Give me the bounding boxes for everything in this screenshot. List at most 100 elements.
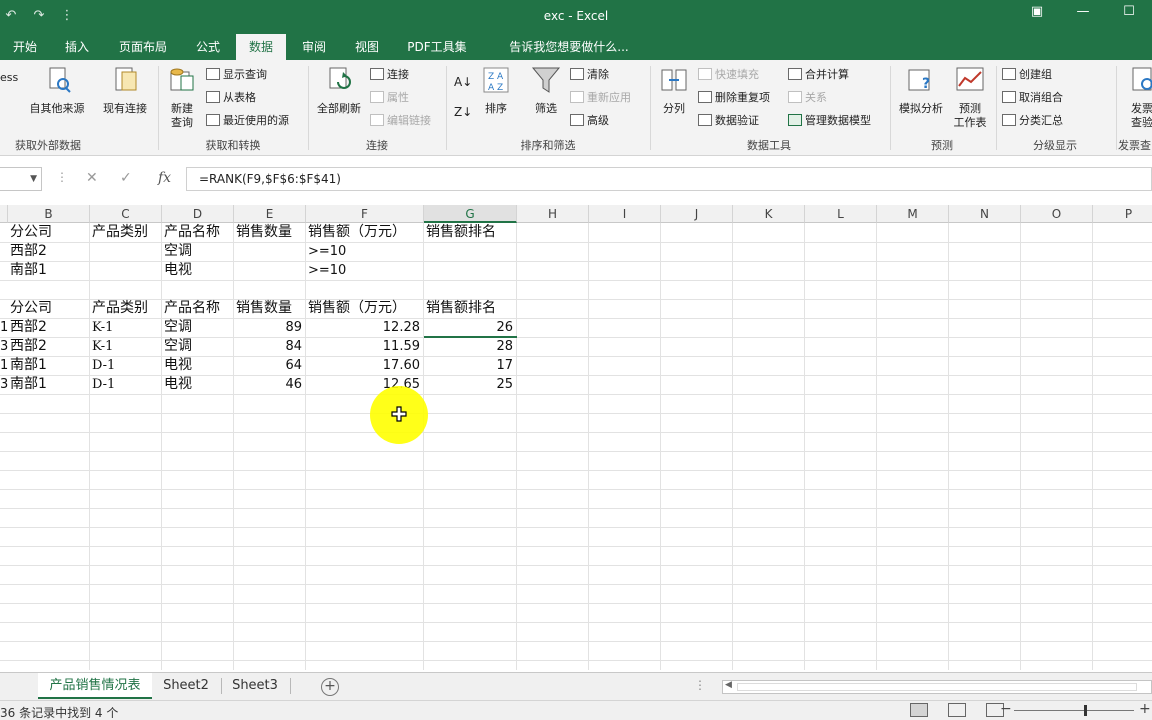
invoice-check-button[interactable]: 发票 查验 [1122,66,1152,130]
cell[interactable]: 空调 [164,242,233,261]
ribbon-tab[interactable]: 审阅 [292,34,336,60]
refresh-all-button[interactable]: 全部刷新 [312,66,366,116]
cell[interactable]: 空调 [164,337,233,356]
cell[interactable]: 产品名称 [164,223,233,242]
ribbon-tab[interactable]: 公式 [186,34,230,60]
sheet-tab-sheet2[interactable]: Sheet2 [154,673,218,699]
cell[interactable]: 17 [426,356,516,375]
ribbon-tab[interactable]: 视图 [345,34,389,60]
flash-fill-button[interactable]: 快速填充 [698,65,759,85]
cell[interactable]: 26 [426,318,516,337]
ribbon-tab[interactable]: 插入 [54,34,100,60]
cell[interactable]: K-1 [92,337,161,356]
new-query-button[interactable]: 新建 查询 [162,66,202,130]
cell[interactable]: 南部1 [10,261,89,280]
cell[interactable]: 17.60 [308,356,423,375]
tab-split-grip-icon[interactable]: ⋮ [694,678,706,692]
reapply-button[interactable]: 重新应用 [570,88,631,108]
cell[interactable]: 89 [236,318,305,337]
scroll-left-icon[interactable]: ◀ [725,680,732,690]
cell[interactable]: D-1 [92,356,161,375]
relationships-button[interactable]: 关系 [788,88,827,108]
other-sources-button[interactable]: 自其他来源 [24,66,90,116]
cell[interactable]: 46 [236,375,305,394]
data-validation-button[interactable]: 数据验证 [698,111,759,131]
sort-button[interactable]: Z AA Z 排序 [478,66,514,116]
name-box[interactable]: ▼ [0,167,42,191]
existing-connections-button[interactable]: 现有连接 [96,66,154,116]
column-header-g[interactable]: G [424,205,517,223]
page-layout-view-icon[interactable] [948,703,966,717]
cell[interactable]: 28 [426,337,516,356]
horizontal-scrollbar[interactable]: ◀ [722,680,1152,694]
column-header-e[interactable]: E [234,205,306,223]
cell-partial[interactable]: 1 [0,318,8,337]
sort-za-icon[interactable]: Z↓ [454,102,472,122]
cell[interactable]: 产品名称 [164,299,233,318]
cell[interactable]: 25 [426,375,516,394]
ribbon-tab[interactable]: 开始 [0,34,50,60]
column-header-m[interactable]: M [877,205,949,223]
cell[interactable]: 电视 [164,375,233,394]
what-if-analysis-button[interactable]: ? 模拟分析 [894,66,948,116]
edit-links-button[interactable]: 编辑链接 [370,111,431,131]
insert-function-icon[interactable]: fx [158,170,171,186]
cell[interactable]: 11.59 [308,337,423,356]
cell-partial[interactable]: 3 [0,375,8,394]
cell[interactable]: D-1 [92,375,161,394]
maximize-icon[interactable]: ☐ [1106,4,1152,19]
cell[interactable]: 产品类别 [92,223,161,242]
cell[interactable]: 84 [236,337,305,356]
scrollbar-thumb[interactable] [737,683,1137,691]
cell[interactable]: 12.28 [308,318,423,337]
column-header-o[interactable]: O [1021,205,1093,223]
subtotal-button[interactable]: 分类汇总 [1002,111,1063,131]
column-header-f[interactable]: F [306,205,424,223]
column-header-k[interactable]: K [733,205,805,223]
column-header-h[interactable]: H [517,205,589,223]
cell[interactable]: 西部2 [10,242,89,261]
cell[interactable]: 电视 [164,356,233,375]
add-sheet-button[interactable]: + [321,678,339,696]
ribbon-tab[interactable]: 数据 [236,34,286,60]
cell[interactable]: 南部1 [10,375,89,394]
cell[interactable]: 西部2 [10,337,89,356]
cell[interactable]: 南部1 [10,356,89,375]
cell[interactable]: 电视 [164,261,233,280]
cell-partial[interactable]: 1 [0,356,8,375]
cell[interactable]: 销售额（万元） [308,223,423,242]
chevron-down-icon[interactable]: ▼ [30,174,37,184]
ungroup-button[interactable]: 取消组合 [1002,88,1063,108]
cell[interactable]: >=10 [308,261,423,280]
connections-button[interactable]: 连接 [370,65,409,85]
column-header-p[interactable]: P [1093,205,1152,223]
worksheet-grid[interactable]: 分公司 产品类别 产品名称 销售数量 销售额（万元） 销售额排名 西部2 空调 >=10 南部1 电… [0,223,1152,670]
column-header-l[interactable]: L [805,205,877,223]
forecast-sheet-button[interactable]: 预测 工作表 [950,66,990,130]
cell[interactable]: 销售数量 [236,299,305,318]
column-header-c[interactable]: C [90,205,162,223]
cell[interactable]: 销售额（万元） [308,299,423,318]
zoom-slider-knob[interactable] [1084,705,1087,716]
column-header-j[interactable]: J [661,205,733,223]
filter-button[interactable]: 筛选 [528,66,564,116]
cancel-icon[interactable]: ✕ [86,170,98,186]
remove-duplicates-button[interactable]: 删除重复项 [698,88,770,108]
minimize-icon[interactable]: — [1060,4,1106,19]
tell-me-search[interactable]: 告诉我您想要做什么... [494,34,644,60]
column-header-n[interactable]: N [949,205,1021,223]
cell[interactable]: 64 [236,356,305,375]
select-all-corner[interactable] [0,205,8,223]
sheet-tab-sheet3[interactable]: Sheet3 [222,673,288,699]
recent-sources-button[interactable]: 最近使用的源 [206,111,289,131]
sort-az-icon[interactable]: A↓ [454,72,472,92]
zoom-slider[interactable] [1014,705,1134,716]
column-header-d[interactable]: D [162,205,234,223]
column-header-b[interactable]: B [8,205,90,223]
group-button[interactable]: 创建组 [1002,65,1052,85]
cell[interactable]: 销售额排名 [426,223,516,242]
ribbon-tab[interactable]: 页面布局 [110,34,176,60]
cell[interactable]: K-1 [92,318,161,337]
enter-icon[interactable]: ✓ [120,170,132,186]
clear-filter-button[interactable]: 清除 [570,65,609,85]
